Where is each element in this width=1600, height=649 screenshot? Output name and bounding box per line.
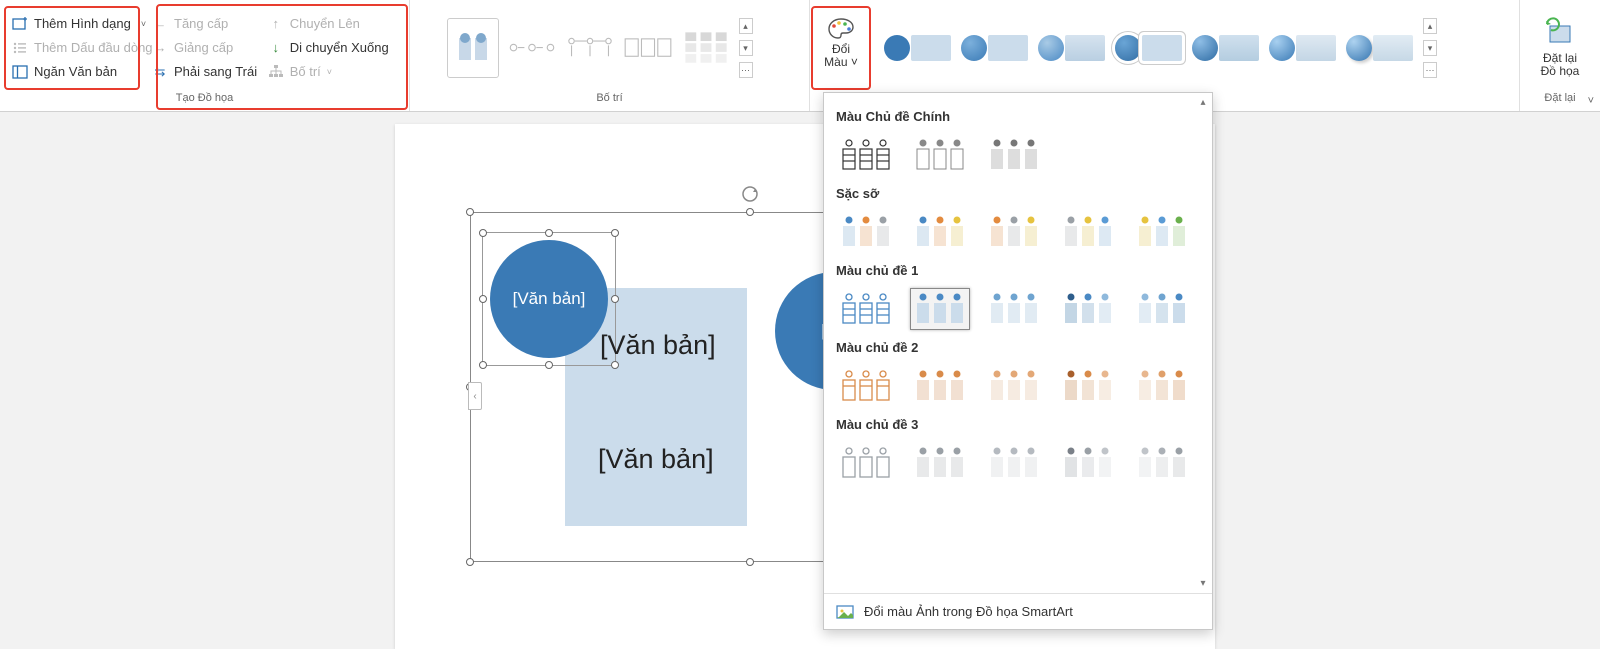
style-item[interactable] bbox=[884, 35, 951, 61]
shape-text: [Văn bản] bbox=[513, 289, 586, 309]
color-option[interactable] bbox=[984, 288, 1044, 330]
recolor-pictures-label: Đổi màu Ảnh trong Đồ họa SmartArt bbox=[864, 604, 1073, 619]
move-up-button[interactable]: ↑ Chuyển Lên bbox=[264, 14, 401, 34]
style-item[interactable] bbox=[1115, 35, 1182, 61]
text-pane-label: Ngăn Văn bản bbox=[34, 64, 117, 79]
group-label-create-graphic: Tạo Đồ họa bbox=[8, 91, 401, 109]
color-option[interactable] bbox=[836, 288, 896, 330]
recolor-pictures-button[interactable]: Đổi màu Ảnh trong Đồ họa SmartArt bbox=[824, 593, 1212, 629]
palette-icon bbox=[826, 17, 856, 41]
layout-thumb[interactable] bbox=[507, 26, 557, 70]
color-option[interactable] bbox=[836, 442, 896, 484]
group-label-reset: Đặt lại bbox=[1528, 91, 1592, 109]
shape-inner-text[interactable]: [Văn bản] bbox=[598, 444, 714, 475]
demote-button[interactable]: → Giảng cấp bbox=[148, 38, 264, 58]
reset-label2: Đồ họa bbox=[1541, 64, 1580, 78]
color-option[interactable] bbox=[1058, 365, 1118, 407]
dd-section-accent3: Màu chủ đề 3 bbox=[836, 417, 1200, 432]
style-item[interactable] bbox=[1269, 35, 1336, 61]
color-option[interactable] bbox=[1132, 211, 1192, 253]
dd-section-accent2: Màu chủ đề 2 bbox=[836, 340, 1200, 355]
color-option[interactable] bbox=[836, 365, 896, 407]
dd-section-colorful: Sặc sỡ bbox=[836, 186, 1200, 201]
ribbon-collapse-icon[interactable]: ˅ bbox=[1588, 95, 1594, 107]
rtl-button[interactable]: ⇆ Phải sang Trái bbox=[148, 62, 264, 82]
color-option[interactable] bbox=[984, 134, 1044, 176]
color-option[interactable] bbox=[910, 442, 970, 484]
arrow-left-icon: ← bbox=[152, 16, 168, 32]
color-option[interactable] bbox=[1132, 288, 1192, 330]
arrow-up-icon: ↑ bbox=[268, 16, 284, 32]
arrow-right-icon: → bbox=[152, 40, 168, 56]
change-colors-button[interactable]: ĐổiMàu ˅ bbox=[812, 4, 870, 82]
move-down-label: Di chuyển Xuống bbox=[290, 40, 389, 55]
layout-thumb-selected[interactable] bbox=[447, 18, 499, 78]
change-colors-label1: Đổi bbox=[832, 42, 850, 56]
dd-section-accent1: Màu chủ đề 1 bbox=[836, 263, 1200, 278]
smartart-circle-selected[interactable]: [Văn bản] bbox=[490, 240, 608, 358]
style-item[interactable] bbox=[961, 35, 1028, 61]
change-colors-label2: Màu bbox=[824, 55, 847, 69]
layout-gallery-scroll[interactable]: ▴▾⋯ bbox=[739, 18, 753, 78]
arrow-down-icon: ↓ bbox=[268, 40, 284, 56]
text-pane-button[interactable]: Ngăn Văn bản bbox=[8, 62, 148, 82]
dd-section-primary: Màu Chủ đề Chính bbox=[836, 109, 1200, 124]
text-pane-toggle[interactable]: ‹ bbox=[468, 382, 482, 410]
picture-icon bbox=[836, 603, 854, 621]
color-option[interactable] bbox=[836, 134, 896, 176]
add-shape-label: Thêm Hình dạng bbox=[34, 16, 131, 31]
style-item[interactable] bbox=[1346, 35, 1413, 61]
add-shape-button[interactable]: Thêm Hình dạng ˅ bbox=[8, 14, 148, 34]
layout-label: Bố trí bbox=[290, 64, 321, 79]
ribbon: Thêm Hình dạng ˅ Thêm Dấu đầu dòng Ngăn … bbox=[0, 0, 1600, 112]
reset-label1: Đặt lại bbox=[1543, 51, 1577, 65]
color-option[interactable] bbox=[1058, 442, 1118, 484]
reset-icon bbox=[1545, 18, 1575, 48]
color-option[interactable] bbox=[1058, 211, 1118, 253]
swap-icon: ⇆ bbox=[152, 64, 168, 80]
style-item[interactable] bbox=[1038, 35, 1105, 61]
color-option[interactable] bbox=[910, 211, 970, 253]
add-shape-icon bbox=[12, 16, 28, 32]
move-down-button[interactable]: ↓ Di chuyển Xuống bbox=[264, 38, 401, 58]
color-option[interactable] bbox=[984, 365, 1044, 407]
styles-gallery-scroll[interactable]: ▴▾⋯ bbox=[1423, 18, 1437, 78]
add-bullet-label: Thêm Dấu đầu dòng bbox=[34, 40, 153, 55]
color-option[interactable] bbox=[910, 365, 970, 407]
rotate-handle[interactable] bbox=[740, 184, 760, 209]
group-label-layouts: Bố trí bbox=[418, 91, 801, 109]
group-layouts: ▴▾⋯ Bố trí bbox=[410, 0, 810, 111]
change-colors-dropdown: Màu Chủ đề Chính Sặc sỡ Màu chủ đề 1 Màu… bbox=[823, 92, 1213, 630]
layout-button[interactable]: Bố trí ˅ bbox=[264, 62, 401, 82]
shape-inner-text[interactable]: [Văn bản] bbox=[600, 330, 716, 361]
reset-graphic-button[interactable]: Đặt lạiĐồ họa bbox=[1528, 18, 1592, 78]
group-create-graphic: Thêm Hình dạng ˅ Thêm Dấu đầu dòng Ngăn … bbox=[0, 0, 410, 111]
move-up-label: Chuyển Lên bbox=[290, 16, 360, 31]
color-option[interactable] bbox=[984, 442, 1044, 484]
rtl-label: Phải sang Trái bbox=[174, 64, 257, 79]
layout-thumb[interactable] bbox=[681, 26, 731, 70]
color-option[interactable] bbox=[910, 134, 970, 176]
text-pane-icon bbox=[12, 64, 28, 80]
color-option[interactable] bbox=[1058, 288, 1118, 330]
layout-thumb[interactable] bbox=[565, 26, 615, 70]
style-item[interactable] bbox=[1192, 35, 1259, 61]
promote-label: Tăng cấp bbox=[174, 16, 228, 31]
dropdown-scrollbar[interactable]: ▴▾ bbox=[1196, 97, 1210, 589]
bullet-icon bbox=[12, 40, 28, 56]
color-option[interactable] bbox=[1132, 365, 1192, 407]
hierarchy-icon bbox=[268, 64, 284, 80]
promote-button[interactable]: ← Tăng cấp bbox=[148, 14, 264, 34]
color-option[interactable] bbox=[1132, 442, 1192, 484]
color-option[interactable] bbox=[836, 211, 896, 253]
color-option[interactable] bbox=[984, 211, 1044, 253]
add-bullet-button[interactable]: Thêm Dấu đầu dòng bbox=[8, 38, 148, 58]
demote-label: Giảng cấp bbox=[174, 40, 233, 55]
color-option-selected[interactable] bbox=[910, 288, 970, 330]
document-canvas[interactable]: ‹ [Vă [Văn bản] [Văn bản] [Văn bản] bbox=[0, 112, 1600, 649]
layout-thumb[interactable] bbox=[623, 26, 673, 70]
